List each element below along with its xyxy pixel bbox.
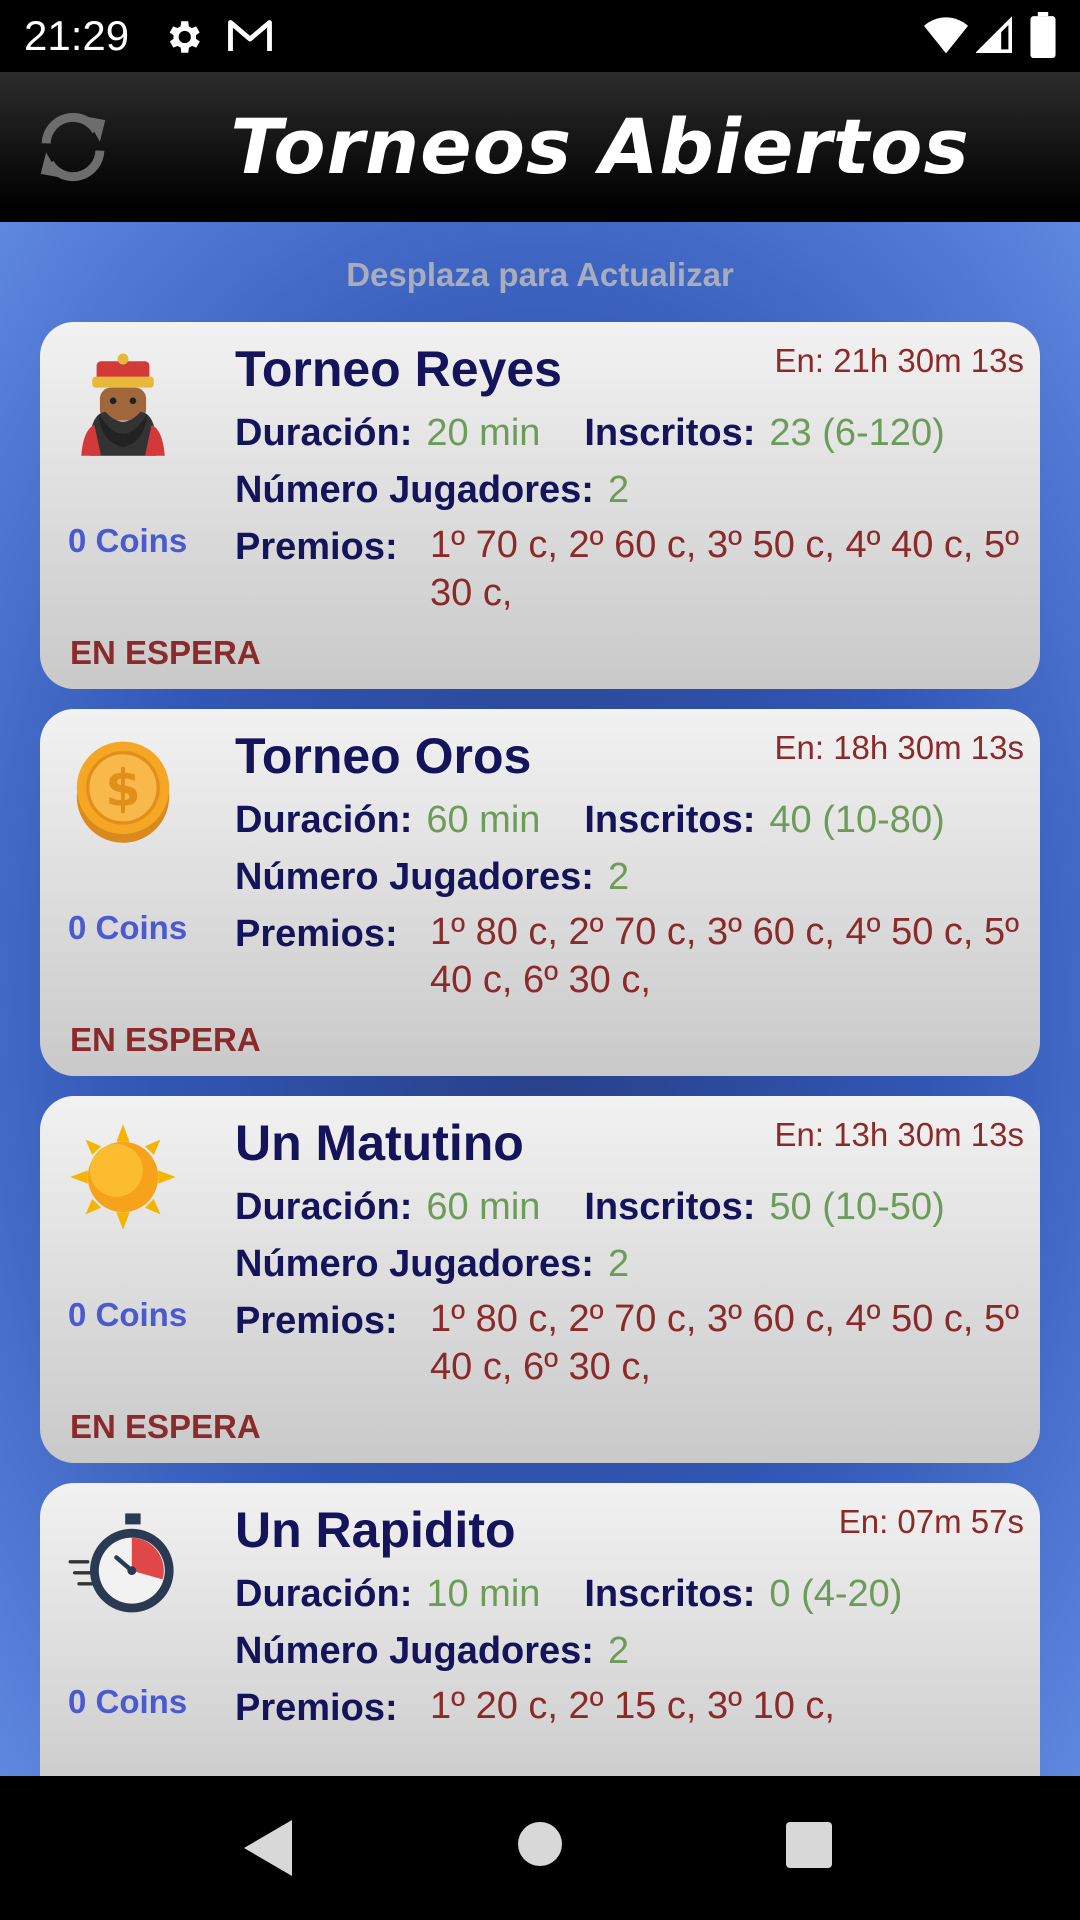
duration-row: Duración: 10 min Inscritos: 0 (4-20)	[235, 1573, 902, 1616]
gmail-icon	[228, 20, 272, 51]
status-time: 21:29	[24, 12, 130, 59]
prizes-value: 1º 70 c, 2º 60 c, 3º 50 c, 4º 40 c, 5º 3…	[430, 524, 1020, 614]
duration-row: Duración: 60 min Inscritos: 50 (10-50)	[235, 1186, 945, 1229]
players-value: 2	[607, 856, 630, 898]
duration-label: Duración:	[235, 412, 413, 454]
prizes-label: Premios:	[235, 913, 398, 955]
players-row: Número Jugadores: 2	[235, 1243, 629, 1286]
duration-value: 60 min	[426, 1186, 541, 1228]
players-value: 2	[607, 469, 630, 511]
enrolled-label: Inscritos:	[584, 1573, 756, 1615]
enrolled-label: Inscritos:	[584, 799, 756, 841]
duration-row: Duración: 60 min Inscritos: 40 (10-80)	[235, 799, 945, 842]
tournament-title: Torneo Oros	[235, 728, 532, 784]
enrolled-value: 50 (10-50)	[769, 1186, 945, 1228]
duration-value: 20 min	[426, 412, 541, 454]
duration-value: 10 min	[426, 1573, 541, 1615]
page-title: Torneos Abiertos	[230, 102, 970, 191]
coins-label: 0 Coins	[68, 1683, 188, 1720]
tournament-title: Un Matutino	[235, 1115, 524, 1171]
coins-label: 0 Coins	[68, 1296, 188, 1333]
prizes-value: 1º 20 c, 2º 15 c, 3º 10 c,	[430, 1685, 835, 1727]
coins-label: 0 Coins	[68, 909, 188, 946]
recent-apps-icon[interactable]	[786, 1822, 832, 1868]
home-icon[interactable]	[518, 1822, 562, 1866]
app-bar: Torneos Abiertos	[0, 72, 1080, 222]
countdown: En: 13h 30m 13s	[774, 1116, 1025, 1153]
players-row: Número Jugadores: 2	[235, 1630, 629, 1673]
status-text: EN ESPERA	[70, 1408, 261, 1445]
players-label: Número Jugadores:	[235, 1630, 594, 1672]
players-value: 2	[607, 1243, 630, 1285]
enrolled-value: 0 (4-20)	[769, 1573, 903, 1615]
players-label: Número Jugadores:	[235, 469, 594, 511]
status-bar: 21:29	[0, 0, 1080, 72]
battery-icon	[1030, 12, 1056, 58]
countdown: En: 18h 30m 13s	[774, 729, 1025, 766]
duration-label: Duración:	[235, 799, 413, 841]
prizes-label: Premios:	[235, 1300, 398, 1342]
tournament-card[interactable]: Un Matutino En: 13h 30m 13s Duración: 60 …	[40, 1096, 1040, 1463]
tournament-card[interactable]: Torneo Reyes En: 21h 30m 13s Duración: 20…	[40, 322, 1040, 689]
countdown: En: 21h 30m 13s	[774, 342, 1025, 379]
status-text: EN ESPERA	[70, 634, 261, 671]
pull-to-refresh-hint: Desplaza para Actualizar	[346, 256, 734, 293]
prizes-label: Premios:	[235, 526, 398, 568]
signal-icon	[976, 16, 1012, 53]
tournament-card[interactable]: $ Torneo Oros En: 18h 30m 13s Duración: 6…	[40, 709, 1040, 1076]
enrolled-label: Inscritos:	[584, 1186, 756, 1228]
svg-text:$: $	[105, 758, 140, 817]
coins-label: 0 Coins	[68, 522, 188, 559]
duration-label: Duración:	[235, 1186, 413, 1228]
status-text: EN ESPERA	[70, 1021, 261, 1058]
duration-label: Duración:	[235, 1573, 413, 1615]
prizes-label: Premios:	[235, 1687, 398, 1729]
duration-value: 60 min	[426, 799, 541, 841]
tournament-title: Un Rapidito	[235, 1502, 516, 1558]
navigation-bar	[0, 1776, 1080, 1920]
prizes-value: 1º 80 c, 2º 70 c, 3º 60 c, 4º 50 c, 5º 4…	[430, 911, 1020, 1001]
gold-coin-icon: $	[76, 741, 170, 843]
tournament-card[interactable]: Un Rapidito En: 07m 57s Duración: 10 min I…	[40, 1483, 1040, 1776]
players-label: Número Jugadores:	[235, 1243, 594, 1285]
players-row: Número Jugadores: 2	[235, 856, 629, 899]
players-label: Número Jugadores:	[235, 856, 594, 898]
duration-row: Duración: 20 min Inscritos: 23 (6-120)	[235, 412, 945, 455]
stopwatch-icon	[68, 1513, 174, 1613]
refresh-icon[interactable]	[30, 104, 116, 190]
players-row: Número Jugadores: 2	[235, 469, 629, 512]
enrolled-value: 23 (6-120)	[769, 412, 945, 454]
wifi-icon	[924, 17, 968, 54]
countdown: En: 07m 57s	[838, 1503, 1024, 1540]
tournament-list[interactable]: Desplaza para Actualizar Torneo Reyes En…	[0, 222, 1080, 1776]
tournament-title: Torneo Reyes	[235, 341, 562, 397]
king-icon	[81, 353, 165, 456]
players-value: 2	[607, 1630, 630, 1672]
enrolled-value: 40 (10-80)	[769, 799, 945, 841]
enrolled-label: Inscritos:	[584, 412, 756, 454]
gear-icon	[169, 21, 200, 53]
sun-icon	[70, 1124, 176, 1230]
back-icon[interactable]	[244, 1820, 292, 1876]
prizes-value: 1º 80 c, 2º 70 c, 3º 60 c, 4º 50 c, 5º 4…	[430, 1298, 1020, 1388]
